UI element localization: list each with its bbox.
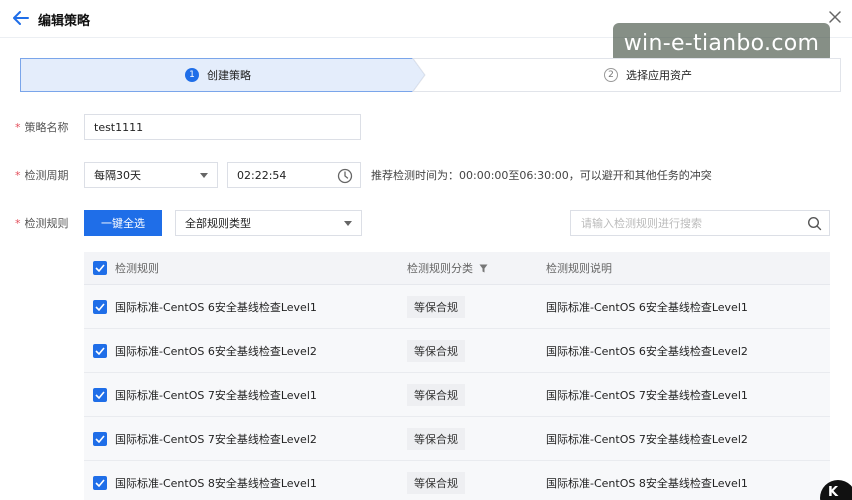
- step-indicator: 1 创建策略 2 选择应用资产: [20, 58, 841, 92]
- policy-name-value: test1111: [94, 120, 144, 134]
- step-1-label: 创建策略: [207, 69, 251, 82]
- column-header-rule: 检测规则: [115, 262, 159, 275]
- row-checkbox[interactable]: [93, 388, 107, 402]
- check-period-label: * 检测周期: [15, 169, 69, 182]
- step-2[interactable]: 2 选择应用资产: [604, 58, 692, 92]
- row-category: 等保合规: [407, 417, 465, 460]
- rule-search-placeholder: 请输入检测规则进行搜索: [581, 217, 702, 230]
- category-tag: 等保合规: [407, 295, 465, 318]
- table-row[interactable]: 国际标准-CentOS 6安全基线检查Level2 等保合规 国际标准-Cent…: [84, 329, 830, 373]
- rule-search-input[interactable]: 请输入检测规则进行搜索: [570, 210, 830, 236]
- column-header-category[interactable]: 检测规则分类: [407, 252, 488, 284]
- check-icon: [95, 435, 105, 443]
- table-row[interactable]: 国际标准-CentOS 6安全基线检查Level1 等保合规 国际标准-Cent…: [84, 285, 830, 329]
- step-shapes: [20, 58, 841, 92]
- row-description: 国际标准-CentOS 8安全基线检查Level1: [546, 476, 748, 490]
- check-icon: [95, 303, 105, 311]
- row-checkbox[interactable]: [93, 432, 107, 446]
- step-2-number: 2: [604, 68, 618, 82]
- check-icon: [95, 479, 105, 487]
- page-title: 编辑策略: [38, 14, 91, 29]
- row-category: 等保合规: [407, 461, 465, 500]
- check-rule-label: * 检测规则: [15, 217, 69, 230]
- select-all-button[interactable]: 一键全选: [84, 210, 162, 236]
- policy-name-label: * 策略名称: [15, 121, 69, 134]
- category-tag: 等保合规: [407, 383, 465, 406]
- arrow-left-icon[interactable]: [12, 9, 30, 27]
- table-row[interactable]: 国际标准-CentOS 7安全基线检查Level1 等保合规 国际标准-Cent…: [84, 373, 830, 417]
- table-row[interactable]: 国际标准-CentOS 7安全基线检查Level2 等保合规 国际标准-Cent…: [84, 417, 830, 461]
- row-rule: 国际标准-CentOS 6安全基线检查Level1: [115, 300, 317, 314]
- row-category: 等保合规: [407, 285, 465, 328]
- row-category: 等保合规: [407, 329, 465, 372]
- policy-name-input[interactable]: test1111: [84, 114, 361, 140]
- row-description: 国际标准-CentOS 6安全基线检查Level1: [546, 300, 748, 314]
- check-period-value: 每隔30天: [94, 169, 141, 182]
- check-icon: [95, 391, 105, 399]
- check-time-input[interactable]: 02:22:54: [227, 162, 361, 188]
- step-2-label: 选择应用资产: [626, 69, 692, 82]
- check-period-hint: 推荐检测时间为：00:00:00至06:30:00，可以避开和其他任务的冲突: [371, 169, 712, 182]
- close-icon[interactable]: [827, 9, 843, 25]
- chevron-down-icon: [344, 221, 352, 226]
- row-checkbox[interactable]: [93, 300, 107, 314]
- chevron-down-icon: [200, 173, 208, 178]
- table-header: 检测规则 检测规则分类 检测规则说明: [84, 252, 830, 285]
- watermark: win-e-tianbo.com: [613, 23, 830, 63]
- column-header-description: 检测规则说明: [546, 262, 612, 275]
- row-checkbox[interactable]: [93, 344, 107, 358]
- row-category: 等保合规: [407, 373, 465, 416]
- category-tag: 等保合规: [407, 427, 465, 450]
- rule-type-value: 全部规则类型: [185, 217, 251, 230]
- check-period-select[interactable]: 每隔30天: [84, 162, 218, 188]
- row-rule: 国际标准-CentOS 7安全基线检查Level1: [115, 388, 317, 402]
- row-description: 国际标准-CentOS 7安全基线检查Level1: [546, 388, 748, 402]
- check-icon: [95, 347, 105, 355]
- clock-icon: [337, 168, 353, 184]
- row-description: 国际标准-CentOS 7安全基线检查Level2: [546, 432, 748, 446]
- search-icon[interactable]: [807, 216, 822, 231]
- row-description: 国际标准-CentOS 6安全基线检查Level2: [546, 344, 748, 358]
- rule-type-select[interactable]: 全部规则类型: [175, 210, 362, 236]
- step-1[interactable]: 1 创建策略: [185, 58, 251, 92]
- header-checkbox[interactable]: [93, 261, 107, 275]
- check-icon: [95, 264, 105, 272]
- step-1-number: 1: [185, 68, 199, 82]
- row-rule: 国际标准-CentOS 8安全基线检查Level1: [115, 476, 317, 490]
- table-row[interactable]: 国际标准-CentOS 8安全基线检查Level1 等保合规 国际标准-Cent…: [84, 461, 830, 500]
- category-tag: 等保合规: [407, 471, 465, 494]
- row-checkbox[interactable]: [93, 476, 107, 490]
- category-tag: 等保合规: [407, 339, 465, 362]
- rule-table: 检测规则 检测规则分类 检测规则说明 国际标准-CentOS 6安全基线检查Le…: [84, 252, 830, 500]
- row-rule: 国际标准-CentOS 7安全基线检查Level2: [115, 432, 317, 446]
- check-time-value: 02:22:54: [237, 168, 287, 182]
- row-rule: 国际标准-CentOS 6安全基线检查Level2: [115, 344, 317, 358]
- filter-icon[interactable]: [479, 264, 488, 273]
